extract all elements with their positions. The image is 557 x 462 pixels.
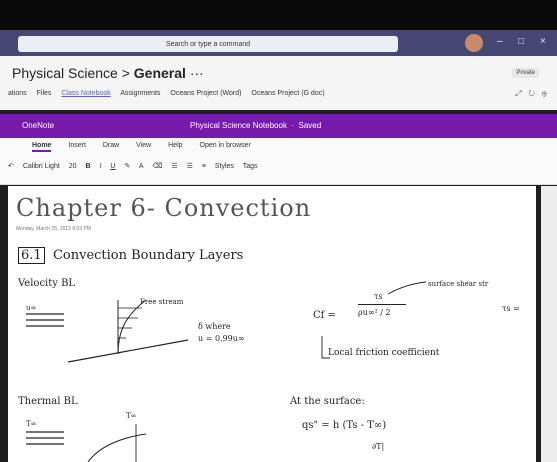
- avatar[interactable]: [465, 34, 483, 52]
- tab-home[interactable]: Home: [32, 142, 52, 152]
- save-status: Saved: [298, 121, 322, 130]
- team-name[interactable]: Physical Science: [12, 65, 118, 81]
- channel-tabs: ations Files Class Notebook Assignments …: [8, 90, 333, 97]
- channel-name: General: [133, 65, 186, 81]
- heat-flux-eq: qs" = h (Ts - T∞): [302, 420, 387, 431]
- privacy-badge: Private: [512, 68, 539, 78]
- thermal-sketch: [26, 424, 147, 462]
- globe-icon[interactable]: ⊕: [542, 89, 547, 98]
- tab-actions: ⤢ ↻ ⊕: [515, 89, 547, 99]
- clear-format-icon[interactable]: ⌫: [153, 163, 163, 170]
- tab-conversations[interactable]: ations: [8, 90, 27, 97]
- tab-open-browser[interactable]: Open in browser: [200, 142, 251, 149]
- font-size-select[interactable]: 20: [69, 163, 77, 170]
- channel-header: Physical Science > General ··· Private a…: [0, 56, 557, 110]
- page-date: Monday, March 25, 2013 8:03 PM: [16, 226, 91, 232]
- bold-button[interactable]: B: [86, 163, 91, 170]
- maximize-button[interactable]: □: [518, 36, 524, 47]
- minimize-button[interactable]: –: [497, 36, 503, 47]
- section-heading: Convection Boundary Layers: [52, 248, 244, 263]
- breadcrumb: Physical Science > General ···: [12, 65, 204, 81]
- tab-view[interactable]: View: [136, 142, 151, 149]
- tags-button[interactable]: Tags: [243, 163, 258, 170]
- styles-button[interactable]: Styles: [215, 163, 234, 170]
- ribbon-tools: ↶ Calibri Light 20 B I U ✎ A ⌫ ☰ ☰ ≡ Sty…: [8, 162, 265, 170]
- vertical-scrollbar[interactable]: [541, 186, 557, 462]
- t-inf-top-label: T∞: [126, 412, 137, 420]
- font-color-icon[interactable]: A: [139, 163, 144, 170]
- thermal-label: Thermal BL: [18, 396, 78, 407]
- align-icon[interactable]: ≡: [202, 163, 206, 170]
- underline-button[interactable]: U: [110, 163, 115, 170]
- onenote-titlebar: OneNote Physical Science Notebook · Save…: [0, 114, 557, 138]
- app-name: OneNote: [22, 121, 55, 130]
- font-select[interactable]: Calibri Light: [23, 163, 60, 170]
- heading-line: 6.1 Convection Boundary Layers: [18, 247, 244, 264]
- teams-header: Search or type a command – □ ×: [0, 30, 557, 56]
- note-canvas[interactable]: Chapter 6- Convection Monday, March 25, …: [8, 186, 536, 462]
- more-options-icon[interactable]: ···: [190, 65, 204, 81]
- tab-insert[interactable]: Insert: [68, 142, 86, 149]
- numbering-icon[interactable]: ☰: [187, 163, 193, 170]
- ribbon-tabs: Home Insert Draw View Help Open in brows…: [32, 142, 266, 152]
- surface-shear-label: surface shear str: [428, 280, 489, 288]
- ribbon: Home Insert Draw View Help Open in brows…: [0, 138, 557, 185]
- tab-class-notebook[interactable]: Class Notebook: [61, 90, 110, 97]
- tab-help[interactable]: Help: [168, 142, 182, 149]
- tab-assignments[interactable]: Assignments: [120, 90, 160, 97]
- expand-icon[interactable]: ⤢: [515, 89, 521, 98]
- velocity-label: Velocity BL: [18, 278, 76, 289]
- tab-draw[interactable]: Draw: [103, 142, 119, 149]
- notebook-name: Physical Science Notebook · Saved: [190, 121, 322, 130]
- surface-label: At the surface:: [290, 396, 365, 407]
- gradient-label: ∂T|: [372, 442, 385, 451]
- tab-files[interactable]: Files: [37, 90, 52, 97]
- breadcrumb-separator: >: [121, 65, 130, 81]
- velocity-sketch: [26, 299, 189, 363]
- undo-icon[interactable]: ↶: [8, 163, 14, 170]
- title-bar: [0, 0, 557, 30]
- refresh-icon[interactable]: ↻: [528, 89, 535, 98]
- annotation-arrows: [321, 281, 427, 359]
- tab-oceans-word[interactable]: Oceans Project (Word): [170, 90, 241, 97]
- tau-s-label: τs =: [502, 304, 520, 313]
- highlight-icon[interactable]: ✎: [124, 163, 130, 170]
- bullets-icon[interactable]: ☰: [171, 163, 177, 170]
- close-button[interactable]: ×: [540, 36, 546, 47]
- search-input[interactable]: Search or type a command: [18, 36, 398, 52]
- section-number: 6.1: [18, 247, 45, 264]
- italic-button[interactable]: I: [100, 163, 102, 170]
- page-title[interactable]: Chapter 6- Convection: [16, 194, 311, 222]
- tab-oceans-gdoc[interactable]: Oceans Project (G doc): [251, 90, 324, 97]
